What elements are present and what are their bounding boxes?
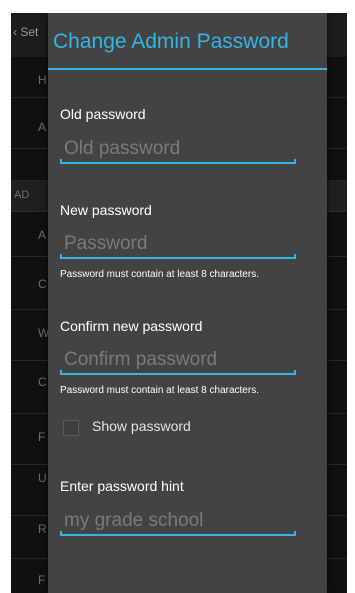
- background-row-label: H: [38, 73, 47, 87]
- dialog-title: Change Admin Password: [53, 30, 289, 53]
- dialog-header: Change Admin Password: [48, 13, 327, 70]
- change-password-dialog: Change Admin Password Old password Old p…: [48, 13, 327, 593]
- background-back-button[interactable]: ‹ Set: [13, 25, 38, 39]
- background-back-label: Set: [20, 25, 39, 39]
- password-hint-label: Enter password hint: [60, 478, 184, 494]
- show-password-row[interactable]: Show password: [63, 416, 263, 438]
- background-row-label: F: [38, 573, 46, 587]
- show-password-label: Show password: [92, 418, 191, 434]
- confirm-password-label: Confirm new password: [60, 318, 203, 334]
- background-row-label: F: [38, 430, 46, 444]
- confirm-password-placeholder: Confirm password: [64, 349, 218, 370]
- new-password-label: New password: [60, 202, 152, 218]
- new-password-field[interactable]: Password: [60, 231, 296, 259]
- background-section-label: AD: [14, 189, 30, 201]
- background-row-label: C: [38, 375, 47, 389]
- background-row-label: A: [38, 120, 47, 134]
- password-hint-field[interactable]: my grade school: [60, 508, 296, 536]
- background-row-label: A: [38, 228, 47, 242]
- new-password-hint: Password must contain at least 8 charact…: [60, 269, 259, 280]
- old-password-placeholder: Old password: [64, 138, 181, 159]
- show-password-checkbox[interactable]: [63, 420, 79, 436]
- old-password-field[interactable]: Old password: [60, 136, 296, 164]
- confirm-password-hint: Password must contain at least 8 charact…: [60, 385, 259, 396]
- device-screen: ‹ Set H A AD A C W C F U R F Change Admi…: [11, 13, 347, 593]
- background-row-label: U: [38, 471, 47, 485]
- background-row-label: C: [38, 277, 47, 291]
- background-row-label: R: [38, 522, 47, 536]
- confirm-password-field[interactable]: Confirm password: [60, 347, 296, 375]
- new-password-placeholder: Password: [64, 233, 148, 254]
- password-hint-placeholder: my grade school: [64, 510, 204, 531]
- old-password-label: Old password: [60, 106, 146, 122]
